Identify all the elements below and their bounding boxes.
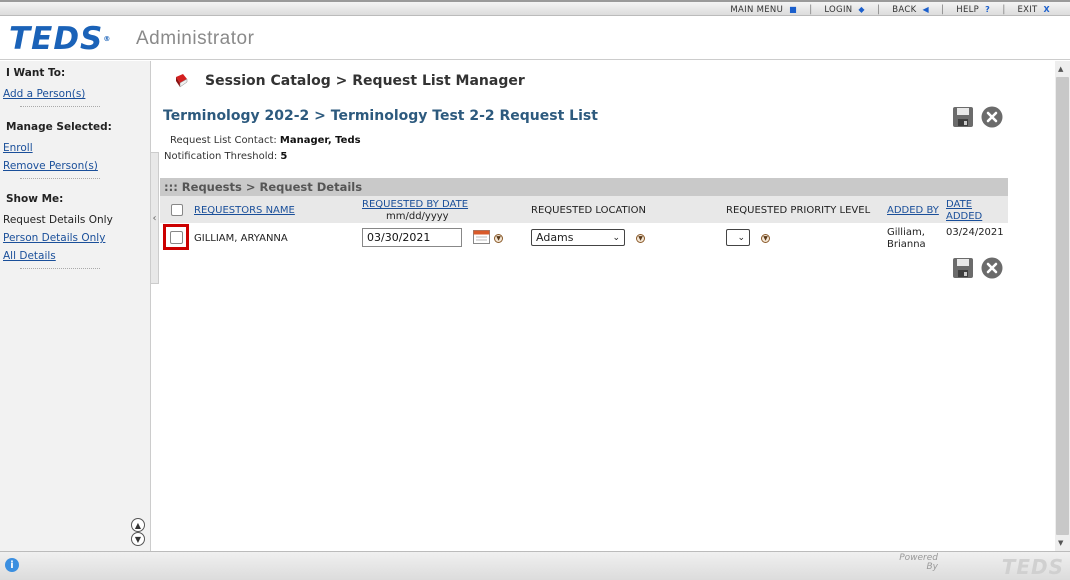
requestor-name: GILLIAM, ARYANNA xyxy=(194,233,288,244)
date-added-header-line2[interactable]: ADDED xyxy=(946,211,982,222)
threshold-value: 5 xyxy=(280,151,288,162)
all-details-link[interactable]: All Details xyxy=(0,250,56,262)
select-all-checkbox[interactable] xyxy=(171,204,183,216)
show-me-heading: Show Me: xyxy=(6,193,64,205)
info-icon[interactable]: i xyxy=(5,558,19,572)
app-name: Administrator xyxy=(136,28,255,49)
main-content: Session Catalog > Request List Manager T… xyxy=(160,61,1055,551)
vertical-scrollbar[interactable]: ▲ ▼ xyxy=(1055,61,1070,551)
save-icon[interactable] xyxy=(952,106,974,128)
i-want-to-heading: I Want To: xyxy=(6,67,66,79)
request-details-only-option[interactable]: Request Details Only xyxy=(0,214,113,226)
date-options-icon[interactable]: ▼ xyxy=(494,234,503,243)
main-menu-link[interactable]: MAIN MENU ■ xyxy=(718,5,809,15)
sidebar-collapse-handle[interactable]: ‹ xyxy=(150,152,159,284)
scroll-down-icon[interactable]: ▼ xyxy=(131,532,145,546)
date-format-hint: mm/dd/yyyy xyxy=(386,211,449,222)
requested-location-header: REQUESTED LOCATION xyxy=(531,205,646,216)
location-options-icon[interactable]: ▼ xyxy=(636,234,645,243)
book-icon xyxy=(176,74,188,88)
save-icon[interactable] xyxy=(952,257,974,279)
scroll-up-icon[interactable]: ▲ xyxy=(131,518,145,532)
footer: i Powered By TEDS xyxy=(0,551,1070,580)
top-nav-bar: MAIN MENU ■ | LOGIN ◆ | BACK ◀ | HELP? | EX… xyxy=(0,0,1070,16)
remove-person-link[interactable]: Remove Person(s) xyxy=(0,160,98,172)
teds-logo: TEDS® xyxy=(9,21,112,57)
exit-label: EXIT xyxy=(1017,4,1038,15)
table-header: REQUESTORS NAME REQUESTED BY DATE mm/dd/… xyxy=(160,196,1008,223)
registered-mark: ® xyxy=(103,35,112,43)
sidebar-divider xyxy=(20,175,100,179)
login-link[interactable]: LOGIN ◆ xyxy=(812,5,877,15)
app-header: TEDS® Administrator xyxy=(0,16,1070,60)
added-by-line2: Brianna xyxy=(887,239,926,250)
back-link[interactable]: BACK ◀ xyxy=(880,5,941,15)
sidebar-divider xyxy=(20,265,100,269)
notification-threshold: Notification Threshold: 5 xyxy=(164,151,287,162)
footer-teds-logo: TEDS xyxy=(1001,555,1064,579)
contact-label: Request List Contact: xyxy=(170,135,277,146)
scroll-down-arrow-icon[interactable]: ▼ xyxy=(1058,539,1063,547)
exit-link[interactable]: EXIT X xyxy=(1005,5,1062,15)
page-heading: Session Catalog > Request List Manager xyxy=(205,73,525,89)
sidebar-divider xyxy=(20,103,100,107)
top-nav: MAIN MENU ■ | LOGIN ◆ | BACK ◀ | HELP? | EX… xyxy=(718,4,1062,15)
priority-options-icon[interactable]: ▼ xyxy=(761,234,770,243)
login-label: LOGIN xyxy=(824,4,853,15)
requestors-name-header[interactable]: REQUESTORS NAME xyxy=(194,205,295,216)
main-menu-icon: ■ xyxy=(789,5,797,14)
sidebar: I Want To: Add a Person(s) Manage Select… xyxy=(0,61,151,551)
login-icon: ◆ xyxy=(858,5,865,14)
person-details-only-link[interactable]: Person Details Only xyxy=(0,232,105,244)
added-by-header[interactable]: ADDED BY xyxy=(887,205,939,216)
requested-priority-level-header: REQUESTED PRIORITY LEVEL xyxy=(726,205,871,216)
requested-date-input[interactable]: 03/30/2021 xyxy=(362,228,462,247)
date-added-header-line1[interactable]: DATE xyxy=(946,199,972,210)
contact-value: Manager, Teds xyxy=(279,135,361,146)
row-checkbox[interactable] xyxy=(170,231,183,244)
requests-section-bar: ::: Requests > Request Details xyxy=(160,178,1008,196)
calendar-icon[interactable] xyxy=(473,230,490,244)
added-by-line1: Gilliam, xyxy=(887,227,925,238)
scrollbar-thumb[interactable] xyxy=(1056,77,1069,535)
powered-by-text: Powered By xyxy=(898,554,938,572)
table-row: GILLIAM, ARYANNA 03/30/2021 ▼ Adams ⌄ ▼ … xyxy=(160,223,1008,255)
request-list-contact: Request List Contact: Manager, Teds xyxy=(170,135,361,146)
manage-selected-heading: Manage Selected: xyxy=(6,121,112,133)
chevron-down-icon: ⌄ xyxy=(737,232,745,243)
request-list-title: Terminology 202-2 > Terminology Test 2-2… xyxy=(163,108,598,124)
location-select-value: Adams xyxy=(536,231,574,244)
requested-by-date-header[interactable]: REQUESTED BY DATE xyxy=(362,199,468,210)
help-icon: ? xyxy=(985,5,991,14)
add-person-link[interactable]: Add a Person(s) xyxy=(0,88,85,100)
priority-select[interactable]: ⌄ xyxy=(726,229,750,246)
back-label: BACK xyxy=(892,4,917,15)
by-label: By xyxy=(926,562,938,572)
date-added-value: 03/24/2021 xyxy=(946,227,1004,238)
scroll-up-arrow-icon[interactable]: ▲ xyxy=(1058,65,1063,73)
exit-icon: X xyxy=(1043,5,1050,14)
back-arrow-icon: ◀ xyxy=(922,5,929,14)
close-icon[interactable] xyxy=(981,106,1003,128)
threshold-label: Notification Threshold: xyxy=(164,151,278,162)
close-icon[interactable] xyxy=(981,257,1003,279)
chevron-down-icon: ⌄ xyxy=(612,232,620,243)
location-select[interactable]: Adams ⌄ xyxy=(531,229,625,246)
logo-text: TEDS xyxy=(9,21,104,57)
help-label: HELP xyxy=(956,4,980,15)
help-link[interactable]: HELP? xyxy=(944,5,1002,15)
main-menu-label: MAIN MENU xyxy=(730,4,784,15)
enroll-link[interactable]: Enroll xyxy=(0,142,33,154)
